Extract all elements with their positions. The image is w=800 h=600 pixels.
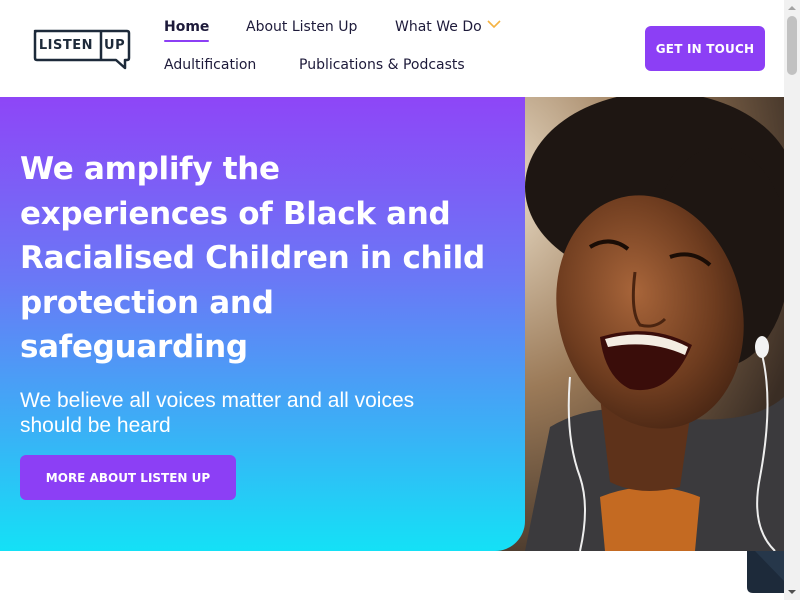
arrow-down-icon[interactable] — [784, 584, 800, 600]
more-about-button[interactable]: MORE ABOUT LISTEN UP — [20, 455, 236, 500]
logo-text: LISTEN UP — [38, 38, 126, 53]
hero-gradient-panel: We amplify the experiences of Black and … — [0, 97, 525, 551]
decorative-shape — [747, 551, 784, 593]
nav-what-we-do[interactable]: What We Do — [395, 19, 482, 35]
hero-subtitle: We believe all voices matter and all voi… — [20, 389, 415, 437]
listen-up-logo[interactable]: LISTEN UP — [32, 28, 132, 70]
site-header: LISTEN UP Home About Listen Up What We D… — [0, 0, 784, 97]
active-underline — [164, 40, 210, 42]
hero-section: We amplify the experiences of Black and … — [0, 97, 784, 551]
scrollbar-track[interactable] — [784, 0, 800, 600]
nav-home[interactable]: Home — [164, 19, 210, 42]
nav-home-label: Home — [164, 19, 210, 35]
arrow-up-icon[interactable] — [784, 0, 800, 16]
hero-title: We amplify the experiences of Black and … — [20, 151, 485, 365]
scrollbar-thumb[interactable] — [787, 16, 797, 75]
nav-adultification[interactable]: Adultification — [164, 57, 256, 73]
nav-about[interactable]: About Listen Up — [246, 19, 357, 35]
chevron-down-icon[interactable] — [487, 20, 501, 29]
get-in-touch-button[interactable]: GET IN TOUCH — [645, 26, 765, 71]
nav-publications[interactable]: Publications & Podcasts — [299, 57, 465, 73]
